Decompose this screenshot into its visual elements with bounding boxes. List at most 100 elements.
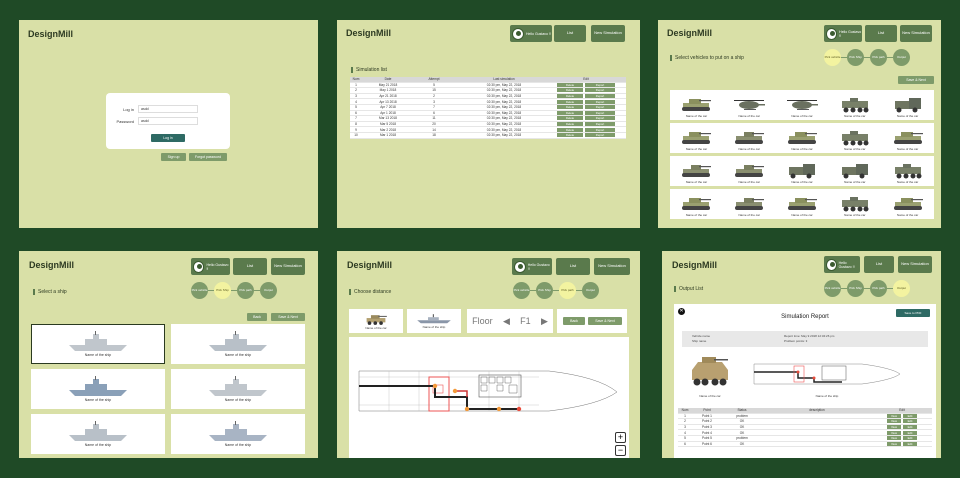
date-link[interactable]: Mar 1 2018 [362, 133, 414, 137]
chevron-right-icon[interactable]: ▶ [541, 316, 548, 327]
password-input[interactable]: asdd [138, 117, 198, 125]
date-link[interactable]: Apr 13 2018 [362, 100, 414, 104]
report-button[interactable]: Report [585, 82, 615, 87]
vehicle-card[interactable]: Name of the car [833, 194, 877, 217]
vehicle-card[interactable]: Name of the car [886, 95, 930, 118]
report-button[interactable]: Report [585, 116, 615, 121]
delete-button[interactable]: Delete [557, 127, 583, 132]
step-3[interactable]: Pick path [237, 282, 254, 299]
edit-button[interactable]: Edit [903, 430, 917, 435]
step-3[interactable]: Pick path [870, 280, 887, 297]
view-button[interactable]: View [887, 425, 901, 430]
edit-button[interactable]: Edit [903, 425, 917, 430]
view-button[interactable]: View [887, 430, 901, 435]
step-4[interactable]: Output [893, 49, 910, 66]
edit-button[interactable]: Edit [903, 436, 917, 441]
login-input[interactable]: asdd [138, 105, 198, 113]
vehicle-card[interactable]: Name of the car [886, 194, 930, 217]
chevron-left-icon[interactable]: ◀ [503, 316, 510, 327]
user-menu-button[interactable]: Hello Gustavo !! [191, 258, 230, 275]
selected-car-card[interactable]: Name of the car [349, 309, 403, 333]
list-button[interactable]: List [556, 258, 590, 275]
vehicle-card[interactable]: Name of the car [780, 95, 824, 118]
vehicle-card[interactable]: Name of the car [727, 194, 771, 217]
report-button[interactable]: Report [585, 122, 615, 127]
vehicle-card[interactable]: Name of the car [674, 95, 718, 118]
delete-button[interactable]: Delete [557, 99, 583, 104]
step-1[interactable]: Pick vehicle [824, 49, 841, 66]
step-1[interactable]: Pick vehicle [513, 282, 530, 299]
report-button[interactable]: Report [585, 94, 615, 99]
delete-button[interactable]: Delete [557, 88, 583, 93]
vehicle-card[interactable]: Name of the car [727, 128, 771, 151]
date-link[interactable]: Apr 1 2018 [362, 111, 414, 115]
step-3[interactable]: Pick path [559, 282, 576, 299]
vehicle-card[interactable]: Name of the car [780, 161, 824, 184]
selected-ship-card[interactable]: Name of the ship [407, 309, 461, 333]
report-button[interactable]: Report [585, 105, 615, 110]
user-menu-button[interactable]: Hello Gustavo !! [510, 25, 552, 42]
edit-button[interactable]: Edit [903, 441, 917, 446]
deck-plan[interactable]: + − [349, 337, 629, 458]
point-link[interactable]: Point 3 [692, 425, 722, 429]
view-button[interactable]: View [887, 419, 901, 424]
vehicle-card[interactable]: Name of the car [833, 95, 877, 118]
delete-button[interactable]: Delete [557, 122, 583, 127]
point-link[interactable]: Point 4 [692, 431, 722, 435]
ship-card[interactable]: Name of the ship [31, 414, 165, 454]
date-link[interactable]: Mar 2 2018 [362, 128, 414, 132]
vehicle-card[interactable]: Name of the car [674, 128, 718, 151]
vehicle-card[interactable]: Name of the car [886, 128, 930, 151]
ship-card[interactable]: Name of the ship [171, 414, 305, 454]
vehicle-card[interactable]: Name of the car [674, 161, 718, 184]
report-button[interactable]: Report [585, 133, 615, 138]
step-3[interactable]: Pick path [870, 49, 887, 66]
step-2[interactable]: Pick Ship [536, 282, 553, 299]
report-button[interactable]: Report [585, 88, 615, 93]
new-simulation-button[interactable]: New Simulation [271, 258, 305, 275]
user-menu-button[interactable]: Hello Gustavo !! [824, 256, 860, 273]
ship-card[interactable]: Name of the ship [171, 324, 305, 364]
forgot-password-button[interactable]: Forgot password [189, 153, 227, 161]
new-simulation-button[interactable]: New Simulation [591, 25, 625, 42]
user-menu-button[interactable]: Hello Gustavo !! [824, 25, 862, 42]
delete-button[interactable]: Delete [557, 105, 583, 110]
delete-button[interactable]: Delete [557, 94, 583, 99]
step-2[interactable]: Pick Ship [847, 49, 864, 66]
zoom-in-button[interactable]: + [615, 432, 626, 443]
date-link[interactable]: May 21 2018 [362, 83, 414, 87]
zoom-out-button[interactable]: − [615, 445, 626, 456]
vehicle-card[interactable]: Name of the car [780, 128, 824, 151]
step-1[interactable]: Pick vehicle [824, 280, 841, 297]
table-row[interactable]: 6 Point 6 OK View Edit [678, 441, 932, 448]
point-link[interactable]: Point 1 [692, 414, 722, 418]
list-button[interactable]: List [554, 25, 586, 42]
date-link[interactable]: Apr 7 2018 [362, 105, 414, 109]
step-4[interactable]: Output [260, 282, 277, 299]
date-link[interactable]: May 1 2018 [362, 88, 414, 92]
point-link[interactable]: Point 6 [692, 442, 722, 446]
step-2[interactable]: Pick Ship [214, 282, 231, 299]
report-button[interactable]: Report [585, 127, 615, 132]
date-link[interactable]: Apr 21 2018 [362, 94, 414, 98]
date-link[interactable]: Mar 5 2018 [362, 122, 414, 126]
save-pdf-button[interactable]: Save to PDF [896, 309, 930, 317]
edit-button[interactable]: Edit [903, 419, 917, 424]
list-button[interactable]: List [233, 258, 267, 275]
user-menu-button[interactable]: Hello Gustavo !! [512, 258, 552, 275]
vehicle-card[interactable]: Name of the car [780, 194, 824, 217]
date-link[interactable]: Mar 13 2018 [362, 116, 414, 120]
vehicle-card[interactable]: Name of the car [727, 161, 771, 184]
vehicle-card[interactable]: Name of the car [833, 128, 877, 151]
report-button[interactable]: Report [585, 99, 615, 104]
save-next-button[interactable]: Save & Next [898, 76, 934, 84]
report-button[interactable]: Report [585, 110, 615, 115]
back-button[interactable]: Back [247, 313, 267, 321]
save-next-button[interactable]: Save & Next [588, 317, 622, 325]
ship-card[interactable]: Name of the ship [31, 369, 165, 409]
view-button[interactable]: View [887, 413, 901, 418]
edit-button[interactable]: Edit [903, 413, 917, 418]
ship-card[interactable]: Name of the ship [171, 369, 305, 409]
step-2[interactable]: Pick Ship [847, 280, 864, 297]
point-link[interactable]: Point 2 [692, 419, 722, 423]
